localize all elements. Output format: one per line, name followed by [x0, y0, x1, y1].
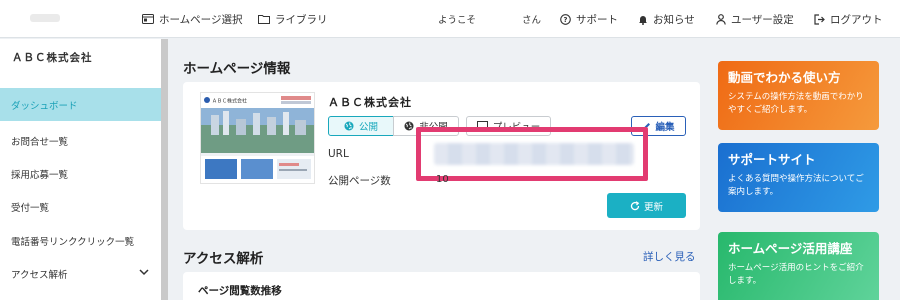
support-button[interactable]: ? サポート [560, 0, 618, 38]
promo-course-title: ホームページ活用講座 [728, 241, 853, 256]
url-highlight-box [416, 127, 648, 181]
update-button[interactable]: 更新 [607, 193, 686, 218]
sidebar-scrollbar[interactable] [161, 39, 168, 300]
globe-icon [404, 121, 414, 131]
homepage-select-button[interactable]: ホームページ選択 [142, 0, 242, 38]
update-label: 更新 [643, 201, 663, 213]
homepage-info-title: ホームページ情報 [183, 61, 291, 77]
logout-icon [814, 13, 825, 25]
library-button[interactable]: ライブラリ [258, 0, 328, 38]
sidebar-company-name: ＡＢＣ株式会社 [12, 52, 93, 64]
sidebar-item-reception[interactable]: 受付一覧 [0, 190, 161, 223]
library-label: ライブラリ [275, 13, 328, 26]
user-settings-button[interactable]: ユーザー設定 [716, 0, 794, 38]
promo-course-card[interactable]: ホームページ活用講座 ホームページ活用のヒントをご紹介します。 [718, 232, 879, 300]
promo-video-title: 動画でわかる使い方 [728, 70, 841, 85]
sidebar-item-dashboard[interactable]: ダッシュボード [0, 88, 161, 121]
homepage-select-label: ホームページ選択 [159, 13, 243, 26]
access-subtitle: ページ閲覧数推移 [198, 285, 282, 297]
sidebar-item-inquiries[interactable]: お問合せ一覧 [0, 124, 161, 157]
support-label: サポート [576, 13, 618, 26]
chevron-down-icon [139, 269, 149, 276]
svg-text:?: ? [564, 15, 568, 23]
sidebar-item-applications[interactable]: 採用応募一覧 [0, 157, 161, 190]
help-circle-icon: ? [560, 13, 571, 25]
promo-support-card[interactable]: サポートサイト よくある質問や操作方法についてご案内します。 [718, 143, 879, 212]
edit-label: 編集 [655, 122, 675, 133]
status-public-button[interactable]: 公開 [328, 116, 394, 136]
user-settings-label: ユーザー設定 [731, 13, 794, 26]
promo-support-title: サポートサイト [728, 152, 816, 167]
site-name: ＡＢＣ株式会社 [328, 96, 412, 109]
user-icon [716, 13, 726, 25]
san-text: さん [522, 15, 542, 26]
access-more-link[interactable]: 詳しく見る [643, 249, 696, 264]
pages-count: 10 [436, 174, 449, 185]
welcome-text: ようこそ [438, 15, 477, 26]
folder-icon [258, 15, 270, 24]
status-public-label: 公開 [358, 122, 378, 133]
promo-video-text: システムの操作方法を動画でわかりやすくご紹介します。 [728, 92, 864, 115]
sidebar-item-analytics[interactable]: アクセス解析 [0, 257, 161, 290]
sidebar: ＡＢＣ株式会社 ダッシュボード お問合せ一覧 採用応募一覧 受付一覧 電話番号リ… [0, 39, 161, 300]
top-bar: ホームページ選択 ライブラリ ようこそ さん ? サポート お知らせ ユーザー設… [0, 0, 900, 38]
promo-video-card[interactable]: 動画でわかる使い方 システムの操作方法を動画でわかりやすくご紹介します。 [718, 61, 879, 130]
logout-label: ログアウト [830, 13, 883, 26]
url-label: URL [328, 148, 349, 160]
logo[interactable] [30, 14, 60, 22]
promo-course-text: ホームページ活用のヒントをご紹介します。 [728, 263, 864, 286]
bell-icon [639, 15, 647, 25]
refresh-icon [630, 200, 640, 210]
access-title: アクセス解析 [183, 251, 264, 267]
notices-label: お知らせ [653, 13, 695, 26]
globe-icon [344, 121, 354, 131]
sidebar-item-analytics-label: アクセス解析 [11, 269, 68, 281]
site-thumbnail[interactable]: ＡＢＣ株式会社 [200, 92, 315, 184]
thumb-site-name: ＡＢＣ株式会社 [212, 98, 247, 105]
sidebar-item-phone-clicks[interactable]: 電話番号リンククリック一覧 [0, 224, 161, 257]
pages-label: 公開ページ数 [328, 175, 391, 187]
promo-support-text: よくある質問や操作方法についてご案内します。 [728, 174, 864, 197]
browser-icon [142, 14, 154, 24]
logout-button[interactable]: ログアウト [814, 0, 883, 38]
notices-button[interactable]: お知らせ [638, 0, 695, 38]
